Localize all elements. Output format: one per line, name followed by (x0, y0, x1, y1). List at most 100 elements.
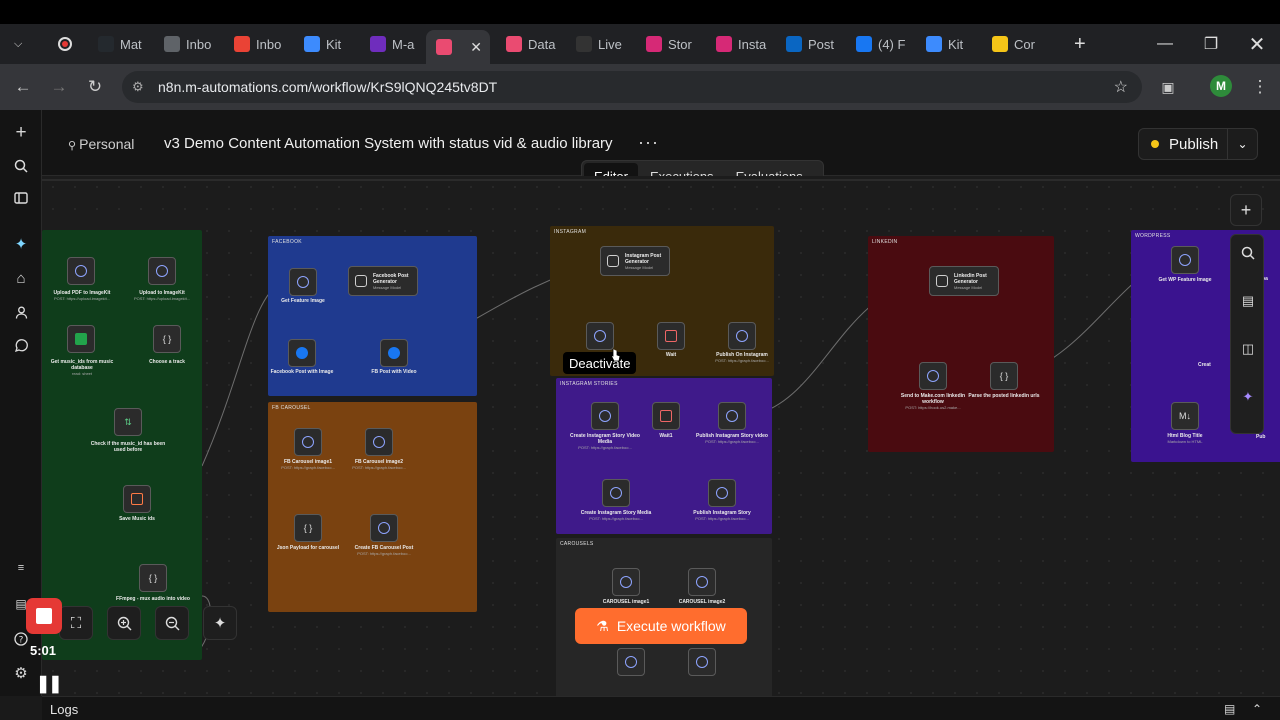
ai-sparkle-icon[interactable]: ✦ (1240, 389, 1256, 405)
node-get-music[interactable] (67, 325, 95, 353)
sparkle-icon[interactable]: ✦ (11, 234, 31, 254)
node-json-payload[interactable]: { } (294, 514, 322, 542)
node-get-feature-image[interactable] (289, 268, 317, 296)
zoom-out-button[interactable] (155, 606, 189, 640)
add-node-button[interactable]: + (1230, 194, 1262, 226)
browser-tab[interactable]: Kit (294, 30, 354, 58)
node-wait1[interactable] (652, 402, 680, 430)
sidebar-toggle-icon[interactable] (11, 188, 31, 208)
tab-search-button[interactable]: ⌵ (6, 30, 36, 58)
forward-button[interactable]: → (44, 72, 74, 102)
node-fb-carousel-image2[interactable] (365, 428, 393, 456)
node-html-blog-title[interactable]: M↓ (1171, 402, 1199, 430)
node-create-ig-story-video[interactable] (591, 402, 619, 430)
browser-tab[interactable]: Inbo (224, 30, 288, 58)
profile-avatar[interactable]: M (1210, 75, 1232, 97)
node-label: Upload to ImageKit POST: https://upload.i… (133, 290, 191, 301)
extensions-button[interactable]: ▣ (1153, 72, 1183, 102)
node-fb-post-with-video[interactable] (380, 339, 408, 367)
node-parse-linkedin-urls[interactable]: { } (990, 362, 1018, 390)
broom-icon: ✦ (213, 615, 227, 632)
workflow-canvas[interactable]: FACEBOOK FB CAROUSEL INSTAGRAM INSTAGRAM ST… (42, 176, 1280, 696)
node-linkedin-post-generator[interactable]: Linkedin Post Generator Message Model (929, 266, 999, 296)
node-carousel-image1[interactable] (612, 568, 640, 596)
globe-icon (594, 330, 606, 342)
node-save-music[interactable] (123, 485, 151, 513)
tab-title: Stor (668, 36, 692, 52)
node-facebook-post-generator[interactable]: Facebook Post Generator Message Model (348, 266, 418, 296)
search-icon[interactable] (11, 156, 31, 176)
chevron-up-icon[interactable]: ⌃ (1252, 702, 1262, 716)
bookmark-star-icon[interactable]: ☆ (1114, 77, 1128, 97)
site-settings-icon[interactable]: ⚙ (132, 79, 144, 95)
chat-icon[interactable] (11, 336, 31, 356)
home-icon[interactable]: ⌂ (11, 268, 31, 288)
browser-tab[interactable]: Insta (706, 30, 770, 58)
new-tab-button[interactable]: + (1064, 30, 1094, 58)
panel-split-icon[interactable]: ◫ (1240, 341, 1256, 357)
browser-menu-button[interactable]: ⋮ (1245, 72, 1275, 102)
node-upload-pdf[interactable] (67, 257, 95, 285)
address-bar[interactable]: ⚙ n8n.m-automations.com/workflow/KrS9lQN… (122, 71, 1142, 103)
templates-icon[interactable]: ≡ (11, 558, 31, 578)
node-publish-ig-story[interactable] (708, 479, 736, 507)
browser-toolbar: ← → ↻ ⚙ n8n.m-automations.com/workflow/K… (0, 64, 1280, 110)
node-check-music[interactable]: ⇅ (114, 408, 142, 436)
browser-tab[interactable]: Live (566, 30, 630, 58)
node-instagram-http[interactable] (586, 322, 614, 350)
browser-tab[interactable]: ✕ (426, 30, 490, 64)
restore-button[interactable]: ❐ (1188, 24, 1234, 64)
add-icon[interactable]: + (11, 122, 31, 143)
stop-recording-button[interactable] (26, 598, 62, 634)
close-icon: ✕ (1248, 33, 1266, 56)
node-wait[interactable] (657, 322, 685, 350)
hourglass-icon (665, 330, 677, 342)
node-carousel-image2[interactable] (688, 568, 716, 596)
tab-recording[interactable] (48, 30, 84, 58)
node-upload-imagekit[interactable] (148, 257, 176, 285)
search-icon[interactable] (1240, 245, 1256, 261)
browser-tab[interactable]: Mat (88, 30, 148, 58)
node-publish-on-instagram[interactable] (728, 322, 756, 350)
chevron-down-icon[interactable]: ⌄ (1227, 129, 1257, 159)
publish-button[interactable]: Publish ⌄ (1138, 128, 1258, 160)
node-fb-carousel-image1[interactable] (294, 428, 322, 456)
logs-panel-bar[interactable]: Logs ▤ ⌃ (42, 696, 1280, 720)
zoom-in-button[interactable] (107, 606, 141, 640)
close-window-button[interactable]: ✕ (1234, 24, 1280, 64)
browser-tab[interactable]: Cor (982, 30, 1042, 58)
node-create-fb-carousel-post[interactable] (370, 514, 398, 542)
node-create-ig-story-media[interactable] (602, 479, 630, 507)
workflow-menu-button[interactable]: ··· (638, 132, 659, 153)
node-facebook-post-with-image[interactable] (288, 339, 316, 367)
browser-tab[interactable]: (4) F (846, 30, 910, 58)
openai-icon (355, 275, 367, 287)
user-icon[interactable] (11, 302, 31, 322)
tidy-up-button[interactable]: ✦ (203, 606, 237, 640)
browser-tab[interactable]: Post (776, 30, 840, 58)
node-instagram-post-generator[interactable]: Instagram Post Generator Message Model (600, 246, 670, 276)
workflow-name[interactable]: v3 Demo Content Automation System with s… (164, 135, 613, 152)
node-choose-track[interactable]: { } (153, 325, 181, 353)
node-get-wp-feature-image[interactable] (1171, 246, 1199, 274)
browser-tab[interactable]: Inbo (154, 30, 218, 58)
reload-button[interactable]: ↻ (80, 72, 110, 102)
mail-icon (164, 36, 180, 52)
browser-tab[interactable]: Kit (916, 30, 976, 58)
close-tab-icon[interactable]: ✕ (470, 39, 482, 56)
browser-tab[interactable]: Stor (636, 30, 700, 58)
sticky-note-icon[interactable]: ▤ (1240, 293, 1256, 309)
node-carousel-http[interactable] (688, 648, 716, 676)
minimize-button[interactable]: — (1142, 24, 1188, 64)
popout-icon[interactable]: ▤ (1224, 702, 1235, 716)
browser-tab[interactable]: Data (496, 30, 560, 58)
node-send-to-make[interactable] (919, 362, 947, 390)
project-breadcrumb[interactable]: ⚲ Personal (68, 136, 134, 152)
node-ffmpeg[interactable]: { } (139, 564, 167, 592)
execute-workflow-button[interactable]: ⚗ Execute workflow (575, 608, 747, 644)
browser-tab[interactable]: M-a (360, 30, 420, 58)
node-publish-ig-story-video[interactable] (718, 402, 746, 430)
back-button[interactable]: ← (8, 72, 38, 102)
pause-recording-button[interactable]: ❚❚ (36, 674, 62, 694)
node-carousel-http[interactable] (617, 648, 645, 676)
